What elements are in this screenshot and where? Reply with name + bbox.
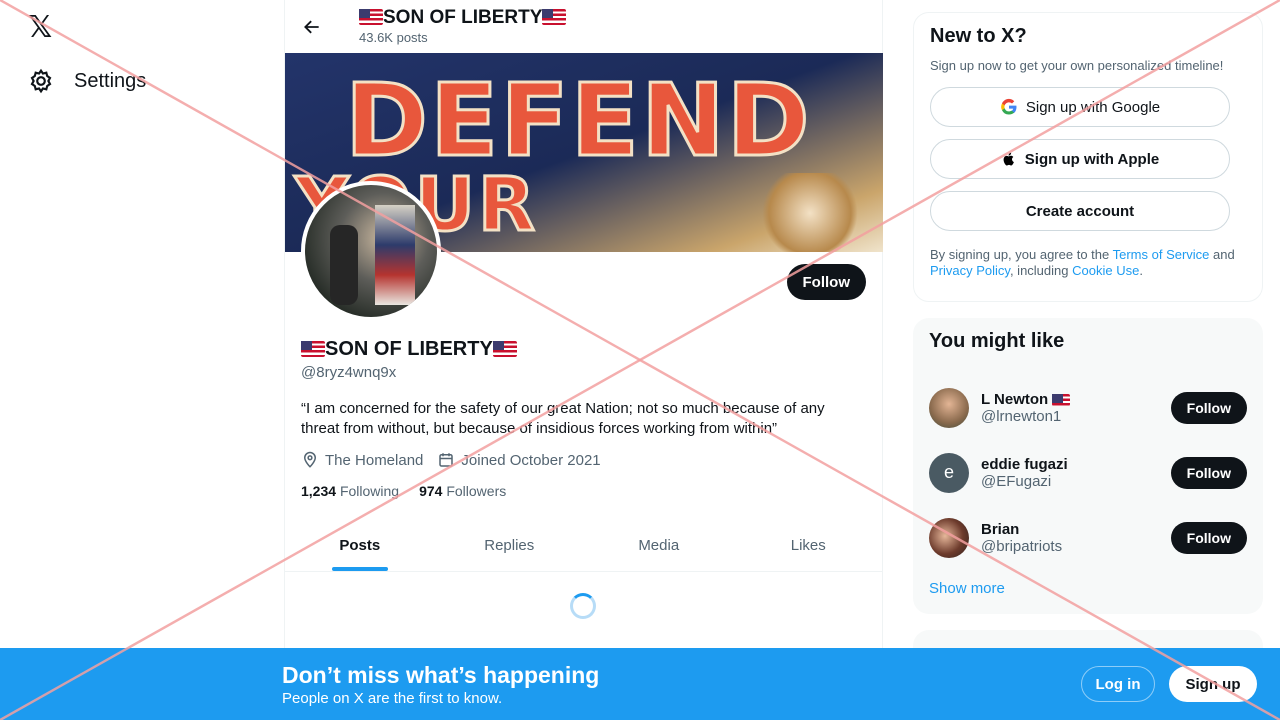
show-more-link[interactable]: Show more <box>929 580 1247 597</box>
profile-column: SON OF LIBERTY 43.6K posts DEFEND YOUR C… <box>284 0 883 720</box>
signup-google-button[interactable]: Sign up with Google <box>930 87 1230 127</box>
suggested-user[interactable]: e eddie fugazi @EFugazi Follow <box>929 440 1247 505</box>
suggested-user[interactable]: Brian @bripatriots Follow <box>929 505 1247 570</box>
cookie-link[interactable]: Cookie Use <box>1072 263 1139 278</box>
follow-button[interactable]: Follow <box>786 264 866 300</box>
gear-icon <box>30 68 52 94</box>
posts-count: 43.6K posts <box>359 29 428 45</box>
follow-button[interactable]: Follow <box>1170 521 1247 554</box>
profile-topbar: SON OF LIBERTY 43.6K posts <box>285 0 882 53</box>
user-name: L Newton <box>981 391 1171 408</box>
topbar-name: SON OF LIBERTY <box>359 7 567 29</box>
apple-icon <box>1003 152 1014 166</box>
profile-name: SON OF LIBERTY <box>301 338 517 361</box>
user-name: Brian <box>981 520 1020 538</box>
tab-replies[interactable]: Replies <box>435 520 585 571</box>
us-flag-icon <box>492 341 517 357</box>
avatar-figure <box>330 225 358 305</box>
us-flag-icon <box>542 8 567 25</box>
profile-avatar[interactable] <box>301 181 441 321</box>
banner-text: DEFEND <box>344 62 812 179</box>
you-might-like-card: You might like L Newton @lrnewton1 Follo… <box>913 318 1263 614</box>
left-nav: 𝕏 Settings <box>0 0 284 720</box>
followers-link[interactable]: 974 Followers <box>419 483 506 499</box>
new-to-x-card: New to X? Sign up now to get your own pe… <box>913 12 1263 302</box>
card-title: New to X? <box>930 25 1027 47</box>
follow-button[interactable]: Follow <box>1170 456 1247 489</box>
settings-label: Settings <box>74 69 147 92</box>
suggested-user[interactable]: L Newton @lrnewton1 Follow <box>929 375 1247 440</box>
privacy-link[interactable]: Privacy Policy <box>930 263 1010 278</box>
profile-tabs: Posts Replies Media Likes <box>285 520 883 572</box>
join-date: Joined October 2021 <box>437 451 601 469</box>
banner-title: Don’t miss what’s happening <box>282 662 600 688</box>
back-button[interactable] <box>301 16 323 38</box>
location-pin-icon <box>303 451 317 468</box>
user-name: eddie fugazi <box>981 455 1068 473</box>
signup-button[interactable]: Sign up <box>1169 666 1257 702</box>
settings-link[interactable]: Settings <box>28 68 146 94</box>
user-handle: @EFugazi <box>981 472 1052 490</box>
profile-meta: The Homeland Joined October 2021 <box>301 451 601 469</box>
avatar <box>929 387 969 428</box>
tab-posts[interactable]: Posts <box>285 520 435 571</box>
avatar <box>929 517 969 558</box>
create-account-button[interactable]: Create account <box>930 191 1230 231</box>
loading-spinner-icon <box>570 593 596 619</box>
arrow-left-icon <box>304 20 319 33</box>
calendar-icon <box>439 453 454 467</box>
user-handle: @bripatriots <box>981 537 1063 555</box>
login-button[interactable]: Log in <box>1081 666 1155 702</box>
us-flag-icon <box>1052 393 1071 406</box>
signup-apple-button[interactable]: Sign up with Apple <box>930 139 1230 179</box>
us-flag-icon <box>301 341 325 357</box>
signup-banner: Don’t miss what’s happening People on X … <box>0 648 1280 720</box>
avatar-figure <box>375 205 415 305</box>
card-title: You might like <box>929 330 1065 352</box>
terms-text: By signing up, you agree to the Terms of… <box>930 247 1235 278</box>
terms-link[interactable]: Terms of Service <box>1113 247 1210 262</box>
tab-media[interactable]: Media <box>584 520 734 571</box>
profile-handle: @8ryz4wnq9x <box>301 364 397 381</box>
user-handle: @lrnewton1 <box>981 407 1062 425</box>
avatar: e <box>929 452 969 493</box>
following-link[interactable]: 1,234 Following <box>301 483 399 499</box>
us-flag-icon <box>359 8 383 25</box>
profile-bio: “I am concerned for the safety of our gr… <box>301 400 825 437</box>
follow-counts: 1,234 Following 974 Followers <box>301 483 506 499</box>
location: The Homeland <box>301 451 423 469</box>
google-icon <box>1001 98 1017 115</box>
banner-subtitle: People on X are the first to know. <box>282 690 503 707</box>
follow-button[interactable]: Follow <box>1170 391 1247 424</box>
x-logo-icon[interactable]: 𝕏 <box>28 13 56 43</box>
card-subtitle: Sign up now to get your own personalized… <box>930 58 1224 73</box>
tab-likes[interactable]: Likes <box>734 520 884 571</box>
